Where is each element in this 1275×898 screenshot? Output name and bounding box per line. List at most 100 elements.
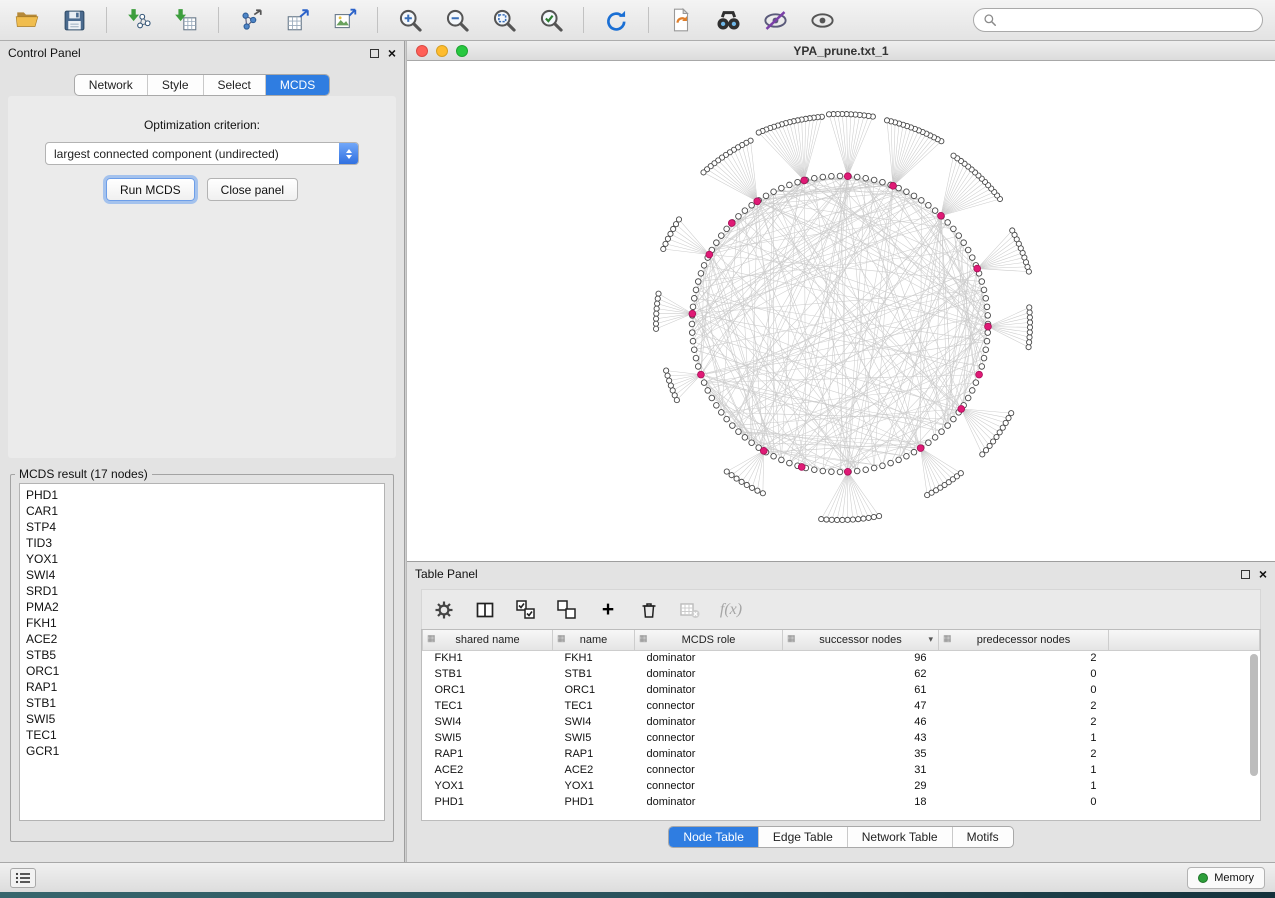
mcds-result-item[interactable]: GCR1 — [20, 743, 384, 759]
table-cell[interactable]: connector — [635, 762, 783, 778]
table-cell[interactable]: 47 — [783, 698, 939, 714]
close-panel-icon[interactable]: × — [388, 46, 396, 60]
table-cell[interactable]: dominator — [635, 794, 783, 810]
mcds-result-item[interactable]: RAP1 — [20, 679, 384, 695]
table-cell[interactable]: 46 — [783, 714, 939, 730]
table-row[interactable]: FKH1FKH1dominator962 — [423, 650, 1260, 666]
close-table-panel-icon[interactable]: × — [1259, 567, 1267, 581]
scrollbar-thumb[interactable] — [1250, 654, 1258, 776]
table-cell[interactable]: ORC1 — [423, 682, 553, 698]
export-table-button[interactable] — [283, 5, 313, 35]
table-cell[interactable]: FKH1 — [423, 650, 553, 666]
column-header-shared-name[interactable]: ▦shared name — [423, 630, 553, 650]
tab-motifs[interactable]: Motifs — [952, 827, 1013, 847]
column-header-successor-nodes[interactable]: ▦successor nodes▾ — [783, 630, 939, 650]
refresh-view-button[interactable] — [601, 5, 631, 35]
table-row[interactable]: STB1STB1dominator620 — [423, 666, 1260, 682]
network-canvas[interactable] — [407, 61, 1275, 561]
tab-mcds[interactable]: MCDS — [265, 75, 329, 95]
import-network-button[interactable] — [124, 5, 154, 35]
run-mcds-button[interactable]: Run MCDS — [106, 178, 195, 201]
mcds-result-item[interactable]: SWI4 — [20, 567, 384, 583]
mcds-result-item[interactable]: ACE2 — [20, 631, 384, 647]
maximize-window-icon[interactable] — [456, 45, 468, 57]
mcds-result-item[interactable]: SRD1 — [20, 583, 384, 599]
table-cell[interactable]: 43 — [783, 730, 939, 746]
float-table-panel-icon[interactable] — [1241, 570, 1250, 579]
close-panel-button[interactable]: Close panel — [207, 178, 298, 201]
minimize-window-icon[interactable] — [436, 45, 448, 57]
table-cell[interactable]: RAP1 — [553, 746, 635, 762]
mcds-result-list[interactable]: PHD1CAR1STP4TID3YOX1SWI4SRD1PMA2FKH1ACE2… — [19, 483, 385, 821]
table-cell[interactable]: 1 — [939, 730, 1109, 746]
table-cell[interactable]: 35 — [783, 746, 939, 762]
search-network-button[interactable] — [713, 5, 743, 35]
mcds-result-item[interactable]: CAR1 — [20, 503, 384, 519]
table-cell[interactable]: STB1 — [423, 666, 553, 682]
zoom-selected-button[interactable] — [536, 5, 566, 35]
table-cell[interactable]: 2 — [939, 698, 1109, 714]
column-menu-icon[interactable]: ▾ — [928, 634, 933, 645]
column-header-MCDS-role[interactable]: ▦MCDS role — [635, 630, 783, 650]
table-cell[interactable]: YOX1 — [553, 778, 635, 794]
delete-table-button[interactable] — [678, 598, 702, 622]
mcds-result-item[interactable]: TID3 — [20, 535, 384, 551]
tab-node-table[interactable]: Node Table — [669, 827, 758, 847]
close-window-icon[interactable] — [416, 45, 428, 57]
mcds-result-item[interactable]: PMA2 — [20, 599, 384, 615]
show-columns-button[interactable] — [473, 598, 497, 622]
table-cell[interactable]: connector — [635, 698, 783, 714]
memory-button[interactable]: Memory — [1187, 867, 1265, 889]
table-cell[interactable]: SWI5 — [553, 730, 635, 746]
mcds-result-item[interactable]: STP4 — [20, 519, 384, 535]
mcds-result-item[interactable]: STB5 — [20, 647, 384, 663]
delete-column-button[interactable] — [637, 598, 661, 622]
table-cell[interactable]: 1 — [939, 778, 1109, 794]
mcds-result-item[interactable]: ORC1 — [20, 663, 384, 679]
table-cell[interactable]: SWI5 — [423, 730, 553, 746]
zoom-in-button[interactable] — [395, 5, 425, 35]
table-cell[interactable]: PHD1 — [553, 794, 635, 810]
add-column-button[interactable]: + — [596, 598, 620, 622]
table-cell[interactable]: dominator — [635, 746, 783, 762]
search-input[interactable] — [1002, 13, 1253, 27]
table-cell[interactable]: SWI4 — [423, 714, 553, 730]
table-row[interactable]: YOX1YOX1connector291 — [423, 778, 1260, 794]
table-cell[interactable]: ORC1 — [553, 682, 635, 698]
table-row[interactable]: TEC1TEC1connector472 — [423, 698, 1260, 714]
table-cell[interactable]: 1 — [939, 762, 1109, 778]
tab-select[interactable]: Select — [203, 75, 265, 95]
table-cell[interactable]: ACE2 — [553, 762, 635, 778]
table-cell[interactable]: SWI4 — [553, 714, 635, 730]
mcds-result-item[interactable]: SWI5 — [20, 711, 384, 727]
table-row[interactable]: SWI4SWI4dominator462 — [423, 714, 1260, 730]
mcds-result-item[interactable]: FKH1 — [20, 615, 384, 631]
zoom-fit-button[interactable] — [489, 5, 519, 35]
tab-style[interactable]: Style — [147, 75, 203, 95]
table-cell[interactable]: dominator — [635, 682, 783, 698]
table-cell[interactable]: dominator — [635, 714, 783, 730]
hide-glyphs-button[interactable] — [760, 5, 790, 35]
table-cell[interactable]: 62 — [783, 666, 939, 682]
table-row[interactable]: PHD1PHD1dominator180 — [423, 794, 1260, 810]
table-scrollbar[interactable] — [1249, 652, 1259, 817]
table-cell[interactable]: PHD1 — [423, 794, 553, 810]
table-cell[interactable]: 96 — [783, 650, 939, 666]
table-cell[interactable]: 0 — [939, 794, 1109, 810]
table-cell[interactable]: connector — [635, 730, 783, 746]
table-cell[interactable]: FKH1 — [553, 650, 635, 666]
table-cell[interactable]: dominator — [635, 666, 783, 682]
table-row[interactable]: SWI5SWI5connector431 — [423, 730, 1260, 746]
mcds-result-item[interactable]: STB1 — [20, 695, 384, 711]
mcds-result-item[interactable]: TEC1 — [20, 727, 384, 743]
criterion-select[interactable]: largest connected component (undirected) — [45, 142, 359, 165]
table-cell[interactable]: 0 — [939, 666, 1109, 682]
tab-network-table[interactable]: Network Table — [847, 827, 952, 847]
float-panel-icon[interactable] — [370, 49, 379, 58]
table-row[interactable]: ACE2ACE2connector311 — [423, 762, 1260, 778]
column-header-predecessor-nodes[interactable]: ▦predecessor nodes — [939, 630, 1109, 650]
mcds-result-item[interactable]: PHD1 — [20, 487, 384, 503]
table-cell[interactable]: 18 — [783, 794, 939, 810]
deselect-all-button[interactable] — [555, 598, 579, 622]
tab-edge-table[interactable]: Edge Table — [758, 827, 847, 847]
